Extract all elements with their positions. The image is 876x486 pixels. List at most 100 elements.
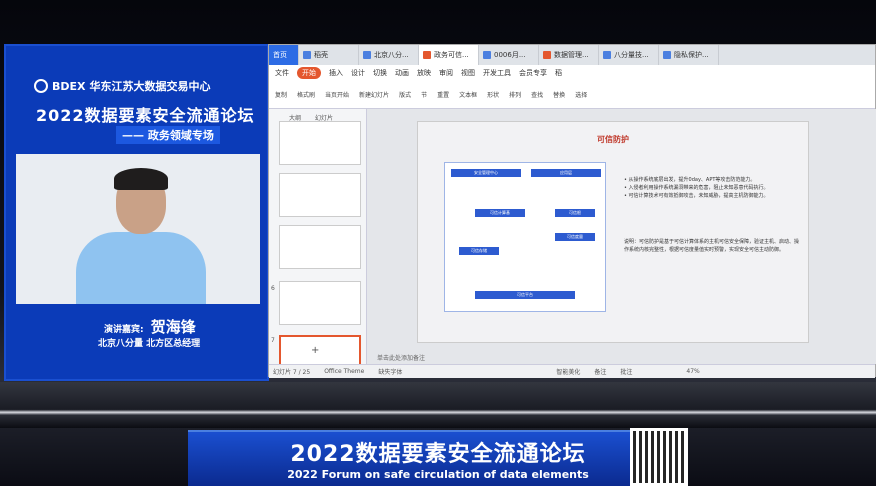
bullet-item: • 从操作系统底层出发，提升0day、APT等攻击防范能力。 [624,177,756,183]
tab-label: 政务可信... [434,51,469,59]
menu-transition[interactable]: 切换 [373,68,387,78]
banner-title-en: 2022 Forum on safe circulation of data e… [287,468,589,481]
menu-docer[interactable]: 稻 [555,68,562,78]
textbox-button[interactable]: 文本框 [459,90,477,99]
diagram-box: 可信度量 [555,233,595,241]
menu-bar: 文件 开始 插入 设计 切换 动画 放映 审阅 视图 开发工具 会员专享 稻 [269,65,875,81]
organizer-logo: BDEX 华东江苏大数据交易中心 [34,78,211,94]
tab-doc-4[interactable]: 0006月... [479,45,539,65]
slide-note-text: 说明：可信防护是基于可信计算体系的主机可信安全保障，验证主机、启动、操作系统内核… [624,239,800,253]
theme-name: Office Theme [324,368,365,375]
doc-icon [663,51,671,59]
shape-button[interactable]: 形状 [487,90,499,99]
diagram-box: 可信平台 [475,291,575,299]
speaker-shirt [76,232,206,304]
slide-title: 可信防护 [597,135,629,144]
session-subtitle: —— 政务领域专场 [116,126,220,144]
menu-devtools[interactable]: 开发工具 [483,68,511,78]
slide-thumbnails-panel: 大纲 幻灯片 6 7 [269,109,367,371]
logo-org: 华东江苏大数据交易中心 [89,80,211,93]
speaker-name: 贺海锋 [150,318,196,336]
tab-doc-7[interactable]: 隐私保护... [659,45,719,65]
menu-view[interactable]: 视图 [461,68,475,78]
slide-thumbnail[interactable] [279,173,361,217]
diagram-box: 安全管理中心 [451,169,521,177]
notes-placeholder[interactable]: 单击此处添加备注 [367,353,876,363]
zoom-level[interactable]: 47% [686,368,699,375]
add-slide-button[interactable]: + [311,345,319,356]
doc-icon [303,51,311,59]
tab-label: 北京八分... [374,51,409,59]
forum-title: 2022数据要素安全流通论坛 [36,106,255,125]
tab-home[interactable]: 首页 [269,45,299,65]
find-button[interactable]: 查找 [531,90,543,99]
slide-thumbnail[interactable] [279,121,361,165]
slide-thumbnail[interactable] [279,281,361,325]
tab-doc-active[interactable]: 政务可信... [419,45,479,65]
page-indicator: 幻灯片 7 / 25 [273,369,311,376]
speaker-line: 演讲嘉宾: 贺海锋 [104,316,196,337]
bullet-item: • 入侵者利用操作系统漏洞带来的危害，阻止未知恶意代码执行。 [624,185,769,191]
smart-beautify-button[interactable]: 智能美化 [556,367,580,376]
forum-banner: 2022数据要素安全流通论坛 2022 Forum on safe circul… [188,430,688,486]
tab-label: 0006月... [494,51,526,59]
tab-label: 数据管理... [554,51,589,59]
comment-toggle[interactable]: 批注 [620,367,632,376]
menu-animation[interactable]: 动画 [395,68,409,78]
ppt-icon [543,51,551,59]
tab-doc-2[interactable]: 北京八分... [359,45,419,65]
bdex-logo-icon [34,79,48,93]
doc-icon [603,51,611,59]
qr-pattern [633,431,685,483]
tab-label: 稻壳 [314,51,328,59]
notes-toggle[interactable]: 备注 [594,367,606,376]
slide-thumbnail[interactable] [279,225,361,269]
architecture-diagram: 安全管理中心 应用层 可信计算基 可信根 可信存储 可信度量 可信平台 [444,162,606,312]
tab-label: 隐私保护... [674,51,709,59]
logo-brand: BDEX [52,79,86,93]
status-bar: 幻灯片 7 / 25 Office Theme 缺失字体 智能美化 备注 批注 … [269,364,875,378]
slide-number: 6 [271,285,275,292]
menu-home[interactable]: 开始 [297,67,321,79]
tab-doc-5[interactable]: 数据管理... [539,45,599,65]
tab-docer[interactable]: 稻壳 [299,45,359,65]
diagram-box: 应用层 [531,169,601,177]
bullet-item: • 可信计算技术可有效抵御攻击，未知威胁，提高主机防御能力。 [624,193,769,199]
banner-title-cn: 2022数据要素安全流通论坛 [290,442,586,467]
select-button[interactable]: 选择 [575,90,587,99]
tab-label: 首页 [273,51,287,59]
slide-canvas: 可信防护 安全管理中心 应用层 可信计算基 可信根 可信存储 可信度量 可信平台… [367,109,876,364]
menu-design[interactable]: 设计 [351,68,365,78]
menu-slideshow[interactable]: 放映 [417,68,431,78]
current-slide[interactable]: 可信防护 安全管理中心 应用层 可信计算基 可信根 可信存储 可信度量 可信平台… [417,121,809,343]
presentation-window: 首页 稻壳 北京八分... 政务可信... 0006月... 数据管理... 八… [268,44,876,378]
new-slide-button[interactable]: 新建幻灯片 [359,90,389,99]
doc-icon [483,51,491,59]
speaker-label: 演讲嘉宾: [104,325,144,335]
layout-button[interactable]: 版式 [399,90,411,99]
tab-label: 八分量技... [614,51,649,59]
speaker-photo [16,154,260,304]
replace-button[interactable]: 替换 [553,90,565,99]
play-from-current-button[interactable]: 当页开始 [325,90,349,99]
diagram-box: 可信计算基 [475,209,525,217]
copy-button[interactable]: 复制 [275,90,287,99]
tab-doc-6[interactable]: 八分量技... [599,45,659,65]
speaker-hair [114,168,168,190]
doc-icon [363,51,371,59]
speaker-panel: BDEX 华东江苏大数据交易中心 2022数据要素安全流通论坛 —— 政务领域专… [4,44,269,381]
menu-insert[interactable]: 插入 [329,68,343,78]
menu-review[interactable]: 审阅 [439,68,453,78]
missing-font-button[interactable]: 缺失字体 [378,367,402,376]
qr-code [630,428,688,486]
section-button[interactable]: 节 [421,90,427,99]
arrange-button[interactable]: 排列 [509,90,521,99]
diagram-box: 可信存储 [459,247,499,255]
speaker-title: 北京八分量 北方区总经理 [98,339,201,349]
slide-number: 7 [271,337,275,344]
reset-button[interactable]: 重置 [437,90,449,99]
format-painter-button[interactable]: 格式刷 [297,90,315,99]
menu-member[interactable]: 会员专享 [519,68,547,78]
menu-file[interactable]: 文件 [275,68,289,78]
ribbon-toolbar: 复制 格式刷 当页开始 新建幻灯片 版式 节 重置 文本框 形状 排列 查找 替… [269,81,875,109]
